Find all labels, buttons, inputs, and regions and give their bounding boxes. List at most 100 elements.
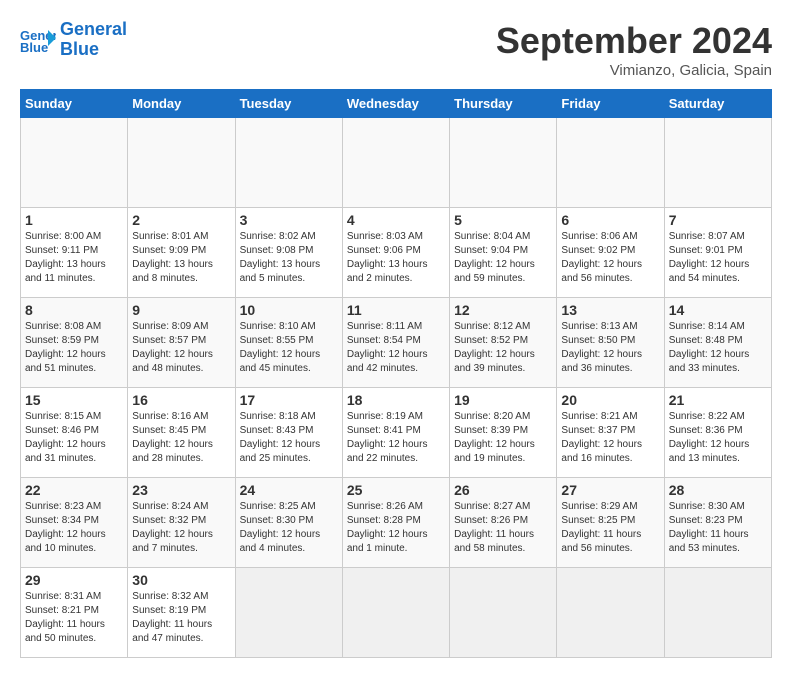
calendar-day-cell: 21 Sunrise: 8:22 AM Sunset: 8:36 PM Dayl…: [664, 388, 771, 478]
day-number: 29: [25, 572, 123, 588]
day-info: Sunrise: 8:16 AM Sunset: 8:45 PM Dayligh…: [132, 410, 230, 466]
logo: General Blue General Blue: [20, 20, 127, 60]
day-number: 9: [132, 302, 230, 318]
page-header: General Blue General Blue September 2024…: [20, 20, 772, 79]
day-info: Sunrise: 8:25 AM Sunset: 8:30 PM Dayligh…: [240, 500, 338, 556]
calendar-week-row: [21, 118, 772, 208]
calendar-day-cell: 16 Sunrise: 8:16 AM Sunset: 8:45 PM Dayl…: [128, 388, 235, 478]
calendar-day-cell: [557, 118, 664, 208]
calendar-day-cell: [342, 568, 449, 658]
day-number: 15: [25, 392, 123, 408]
calendar-day-cell: [664, 118, 771, 208]
day-number: 7: [669, 212, 767, 228]
day-number: 30: [132, 572, 230, 588]
logo-icon: General Blue: [20, 26, 56, 54]
day-info: Sunrise: 8:30 AM Sunset: 8:23 PM Dayligh…: [669, 500, 767, 556]
day-number: 16: [132, 392, 230, 408]
day-info: Sunrise: 8:19 AM Sunset: 8:41 PM Dayligh…: [347, 410, 445, 466]
day-number: 14: [669, 302, 767, 318]
day-number: 20: [561, 392, 659, 408]
day-number: 19: [454, 392, 552, 408]
day-info: Sunrise: 8:18 AM Sunset: 8:43 PM Dayligh…: [240, 410, 338, 466]
day-info: Sunrise: 8:31 AM Sunset: 8:21 PM Dayligh…: [25, 590, 123, 646]
calendar-day-cell: 18 Sunrise: 8:19 AM Sunset: 8:41 PM Dayl…: [342, 388, 449, 478]
day-number: 24: [240, 482, 338, 498]
day-info: Sunrise: 8:24 AM Sunset: 8:32 PM Dayligh…: [132, 500, 230, 556]
day-number: 22: [25, 482, 123, 498]
calendar-day-cell: 26 Sunrise: 8:27 AM Sunset: 8:26 PM Dayl…: [450, 478, 557, 568]
day-info: Sunrise: 8:23 AM Sunset: 8:34 PM Dayligh…: [25, 500, 123, 556]
calendar-day-cell: 20 Sunrise: 8:21 AM Sunset: 8:37 PM Dayl…: [557, 388, 664, 478]
calendar-day-cell: 23 Sunrise: 8:24 AM Sunset: 8:32 PM Dayl…: [128, 478, 235, 568]
day-info: Sunrise: 8:10 AM Sunset: 8:55 PM Dayligh…: [240, 320, 338, 376]
day-info: Sunrise: 8:00 AM Sunset: 9:11 PM Dayligh…: [25, 230, 123, 286]
calendar-day-cell: 22 Sunrise: 8:23 AM Sunset: 8:34 PM Dayl…: [21, 478, 128, 568]
calendar-day-cell: 30 Sunrise: 8:32 AM Sunset: 8:19 PM Dayl…: [128, 568, 235, 658]
calendar-day-cell: 24 Sunrise: 8:25 AM Sunset: 8:30 PM Dayl…: [235, 478, 342, 568]
day-number: 5: [454, 212, 552, 228]
weekday-header: Sunday: [21, 90, 128, 118]
weekday-header: Saturday: [664, 90, 771, 118]
calendar-week-row: 8 Sunrise: 8:08 AM Sunset: 8:59 PM Dayli…: [21, 298, 772, 388]
day-number: 18: [347, 392, 445, 408]
day-number: 10: [240, 302, 338, 318]
calendar-day-cell: [128, 118, 235, 208]
calendar-day-cell: 12 Sunrise: 8:12 AM Sunset: 8:52 PM Dayl…: [450, 298, 557, 388]
calendar-day-cell: 13 Sunrise: 8:13 AM Sunset: 8:50 PM Dayl…: [557, 298, 664, 388]
day-info: Sunrise: 8:06 AM Sunset: 9:02 PM Dayligh…: [561, 230, 659, 286]
month-title: September 2024: [496, 20, 772, 62]
day-info: Sunrise: 8:26 AM Sunset: 8:28 PM Dayligh…: [347, 500, 445, 556]
logo-text: General Blue: [60, 20, 127, 60]
day-info: Sunrise: 8:08 AM Sunset: 8:59 PM Dayligh…: [25, 320, 123, 376]
calendar-day-cell: 15 Sunrise: 8:15 AM Sunset: 8:46 PM Dayl…: [21, 388, 128, 478]
day-info: Sunrise: 8:03 AM Sunset: 9:06 PM Dayligh…: [347, 230, 445, 286]
calendar-day-cell: 4 Sunrise: 8:03 AM Sunset: 9:06 PM Dayli…: [342, 208, 449, 298]
day-number: 28: [669, 482, 767, 498]
day-number: 21: [669, 392, 767, 408]
calendar-week-row: 29 Sunrise: 8:31 AM Sunset: 8:21 PM Dayl…: [21, 568, 772, 658]
calendar-day-cell: 7 Sunrise: 8:07 AM Sunset: 9:01 PM Dayli…: [664, 208, 771, 298]
calendar-day-cell: 17 Sunrise: 8:18 AM Sunset: 8:43 PM Dayl…: [235, 388, 342, 478]
day-number: 2: [132, 212, 230, 228]
calendar-day-cell: 1 Sunrise: 8:00 AM Sunset: 9:11 PM Dayli…: [21, 208, 128, 298]
calendar-day-cell: 14 Sunrise: 8:14 AM Sunset: 8:48 PM Dayl…: [664, 298, 771, 388]
calendar-day-cell: 8 Sunrise: 8:08 AM Sunset: 8:59 PM Dayli…: [21, 298, 128, 388]
calendar-body: 1 Sunrise: 8:00 AM Sunset: 9:11 PM Dayli…: [21, 118, 772, 658]
calendar-table: SundayMondayTuesdayWednesdayThursdayFrid…: [20, 89, 772, 658]
calendar-day-cell: [664, 568, 771, 658]
day-number: 27: [561, 482, 659, 498]
day-number: 23: [132, 482, 230, 498]
calendar-day-cell: [450, 118, 557, 208]
day-info: Sunrise: 8:20 AM Sunset: 8:39 PM Dayligh…: [454, 410, 552, 466]
calendar-day-cell: [21, 118, 128, 208]
calendar-header-row: SundayMondayTuesdayWednesdayThursdayFrid…: [21, 90, 772, 118]
calendar-week-row: 15 Sunrise: 8:15 AM Sunset: 8:46 PM Dayl…: [21, 388, 772, 478]
calendar-day-cell: 27 Sunrise: 8:29 AM Sunset: 8:25 PM Dayl…: [557, 478, 664, 568]
svg-text:Blue: Blue: [20, 40, 48, 54]
weekday-header: Friday: [557, 90, 664, 118]
calendar-day-cell: [557, 568, 664, 658]
weekday-header: Monday: [128, 90, 235, 118]
day-number: 13: [561, 302, 659, 318]
location: Vimianzo, Galicia, Spain: [496, 62, 772, 79]
calendar-day-cell: 11 Sunrise: 8:11 AM Sunset: 8:54 PM Dayl…: [342, 298, 449, 388]
day-info: Sunrise: 8:14 AM Sunset: 8:48 PM Dayligh…: [669, 320, 767, 376]
day-info: Sunrise: 8:13 AM Sunset: 8:50 PM Dayligh…: [561, 320, 659, 376]
day-info: Sunrise: 8:29 AM Sunset: 8:25 PM Dayligh…: [561, 500, 659, 556]
day-number: 25: [347, 482, 445, 498]
calendar-day-cell: 29 Sunrise: 8:31 AM Sunset: 8:21 PM Dayl…: [21, 568, 128, 658]
calendar-day-cell: [235, 118, 342, 208]
day-info: Sunrise: 8:09 AM Sunset: 8:57 PM Dayligh…: [132, 320, 230, 376]
day-info: Sunrise: 8:27 AM Sunset: 8:26 PM Dayligh…: [454, 500, 552, 556]
day-info: Sunrise: 8:15 AM Sunset: 8:46 PM Dayligh…: [25, 410, 123, 466]
day-number: 1: [25, 212, 123, 228]
calendar-day-cell: 10 Sunrise: 8:10 AM Sunset: 8:55 PM Dayl…: [235, 298, 342, 388]
calendar-day-cell: 9 Sunrise: 8:09 AM Sunset: 8:57 PM Dayli…: [128, 298, 235, 388]
day-info: Sunrise: 8:11 AM Sunset: 8:54 PM Dayligh…: [347, 320, 445, 376]
day-info: Sunrise: 8:01 AM Sunset: 9:09 PM Dayligh…: [132, 230, 230, 286]
day-number: 6: [561, 212, 659, 228]
calendar-week-row: 22 Sunrise: 8:23 AM Sunset: 8:34 PM Dayl…: [21, 478, 772, 568]
title-area: September 2024 Vimianzo, Galicia, Spain: [496, 20, 772, 79]
day-number: 4: [347, 212, 445, 228]
day-number: 26: [454, 482, 552, 498]
